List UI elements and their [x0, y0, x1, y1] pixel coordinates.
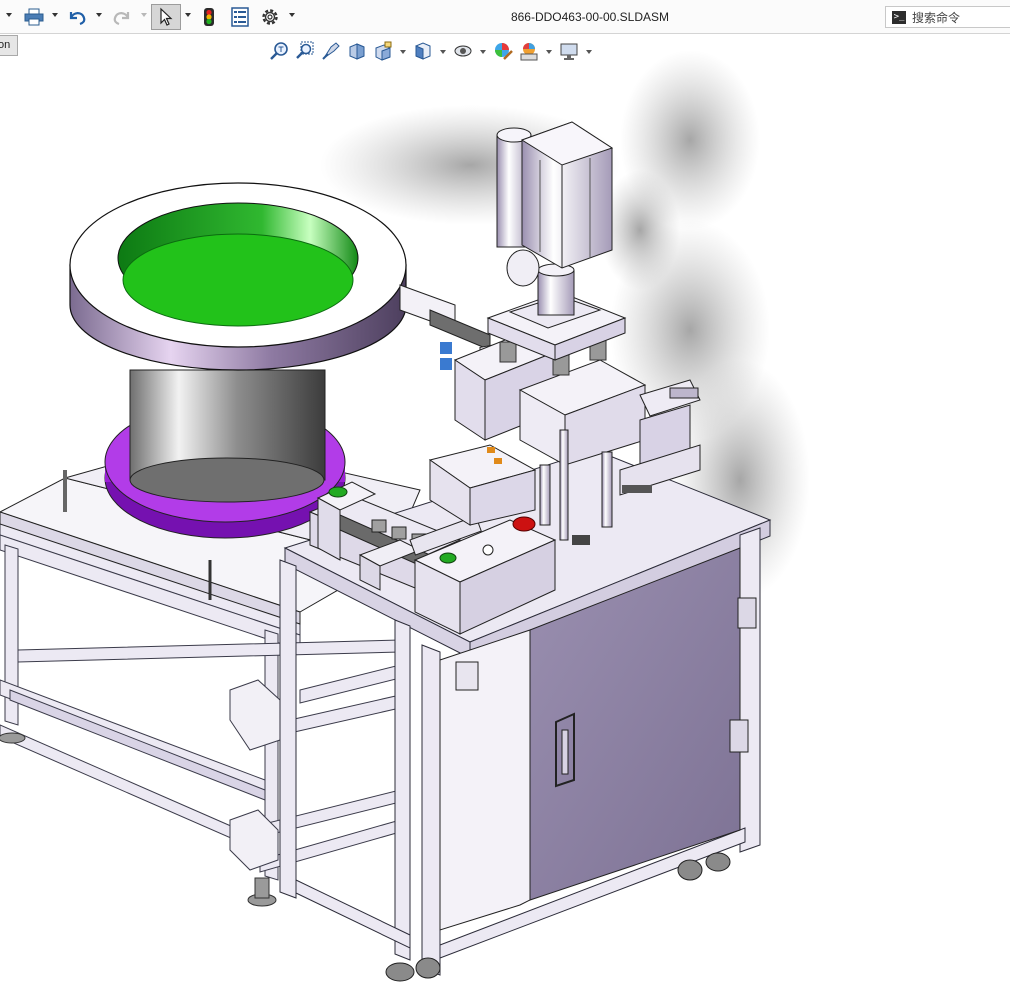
assembly-model — [0, 50, 810, 982]
section-view-button[interactable] — [346, 40, 368, 62]
file-properties-icon — [231, 7, 249, 27]
options-button[interactable] — [258, 4, 282, 30]
options-dropdown-arrow[interactable] — [289, 13, 295, 17]
select-icon — [160, 7, 173, 26]
view-orientation-button[interactable] — [412, 40, 434, 62]
command-prompt-icon: >_ — [892, 10, 906, 24]
redo-icon — [113, 12, 130, 26]
display-style-icon — [454, 45, 472, 57]
view-settings-button[interactable] — [558, 40, 580, 62]
zoom-to-fit-icon — [270, 42, 288, 60]
dynamic-annotation-icon — [375, 41, 392, 61]
solidworks-window: 866-DDO463-00-00.SLDASM >_ 搜索命令 n — [0, 0, 1010, 988]
file-properties-button[interactable] — [228, 4, 252, 30]
select-dropdown-arrow[interactable] — [185, 13, 191, 17]
undo-icon — [69, 12, 86, 26]
menu-dropdown-arrow[interactable] — [6, 13, 12, 17]
view-settings-dropdown-arrow[interactable] — [586, 50, 592, 54]
apply-scene-dropdown-arrow[interactable] — [546, 50, 552, 54]
redo-dropdown-arrow[interactable] — [141, 13, 147, 17]
undo-button[interactable] — [65, 4, 89, 30]
redo-button[interactable] — [110, 4, 134, 30]
apply-scene-button[interactable] — [518, 40, 540, 62]
graphics-area[interactable] — [0, 35, 1010, 988]
options-icon — [262, 9, 278, 25]
section-view-icon — [349, 43, 365, 60]
side-panel-tab[interactable]: on — [0, 35, 18, 56]
zoom-to-area-button[interactable] — [294, 40, 316, 62]
edit-appearance-icon — [495, 43, 513, 60]
previous-view-icon — [322, 42, 340, 60]
print-button[interactable] — [22, 4, 46, 30]
search-commands-field[interactable]: >_ 搜索命令 — [885, 6, 1010, 28]
view-settings-icon — [560, 43, 578, 60]
display-style-button[interactable] — [452, 40, 474, 62]
select-button[interactable] — [151, 4, 181, 30]
edit-appearance-button[interactable] — [492, 40, 514, 62]
zoom-to-area-icon — [296, 41, 314, 59]
dynamic-annotation-button[interactable] — [372, 40, 394, 62]
window-title: 866-DDO463-00-00.SLDASM — [510, 10, 670, 24]
print-dropdown-arrow[interactable] — [52, 13, 58, 17]
dynamic-annotation-dropdown-arrow[interactable] — [400, 50, 406, 54]
zoom-to-fit-button[interactable] — [268, 40, 290, 62]
view-orientation-icon — [415, 42, 431, 60]
rebuild-button[interactable] — [198, 4, 220, 30]
undo-dropdown-arrow[interactable] — [96, 13, 102, 17]
search-placeholder: 搜索命令 — [912, 10, 961, 25]
rebuild-icon — [204, 8, 214, 26]
previous-view-button[interactable] — [320, 40, 342, 62]
print-icon — [24, 8, 44, 26]
apply-scene-icon — [520, 43, 538, 61]
title-bar: 866-DDO463-00-00.SLDASM >_ 搜索命令 — [0, 0, 1010, 34]
display-style-dropdown-arrow[interactable] — [480, 50, 486, 54]
view-orientation-dropdown-arrow[interactable] — [440, 50, 446, 54]
